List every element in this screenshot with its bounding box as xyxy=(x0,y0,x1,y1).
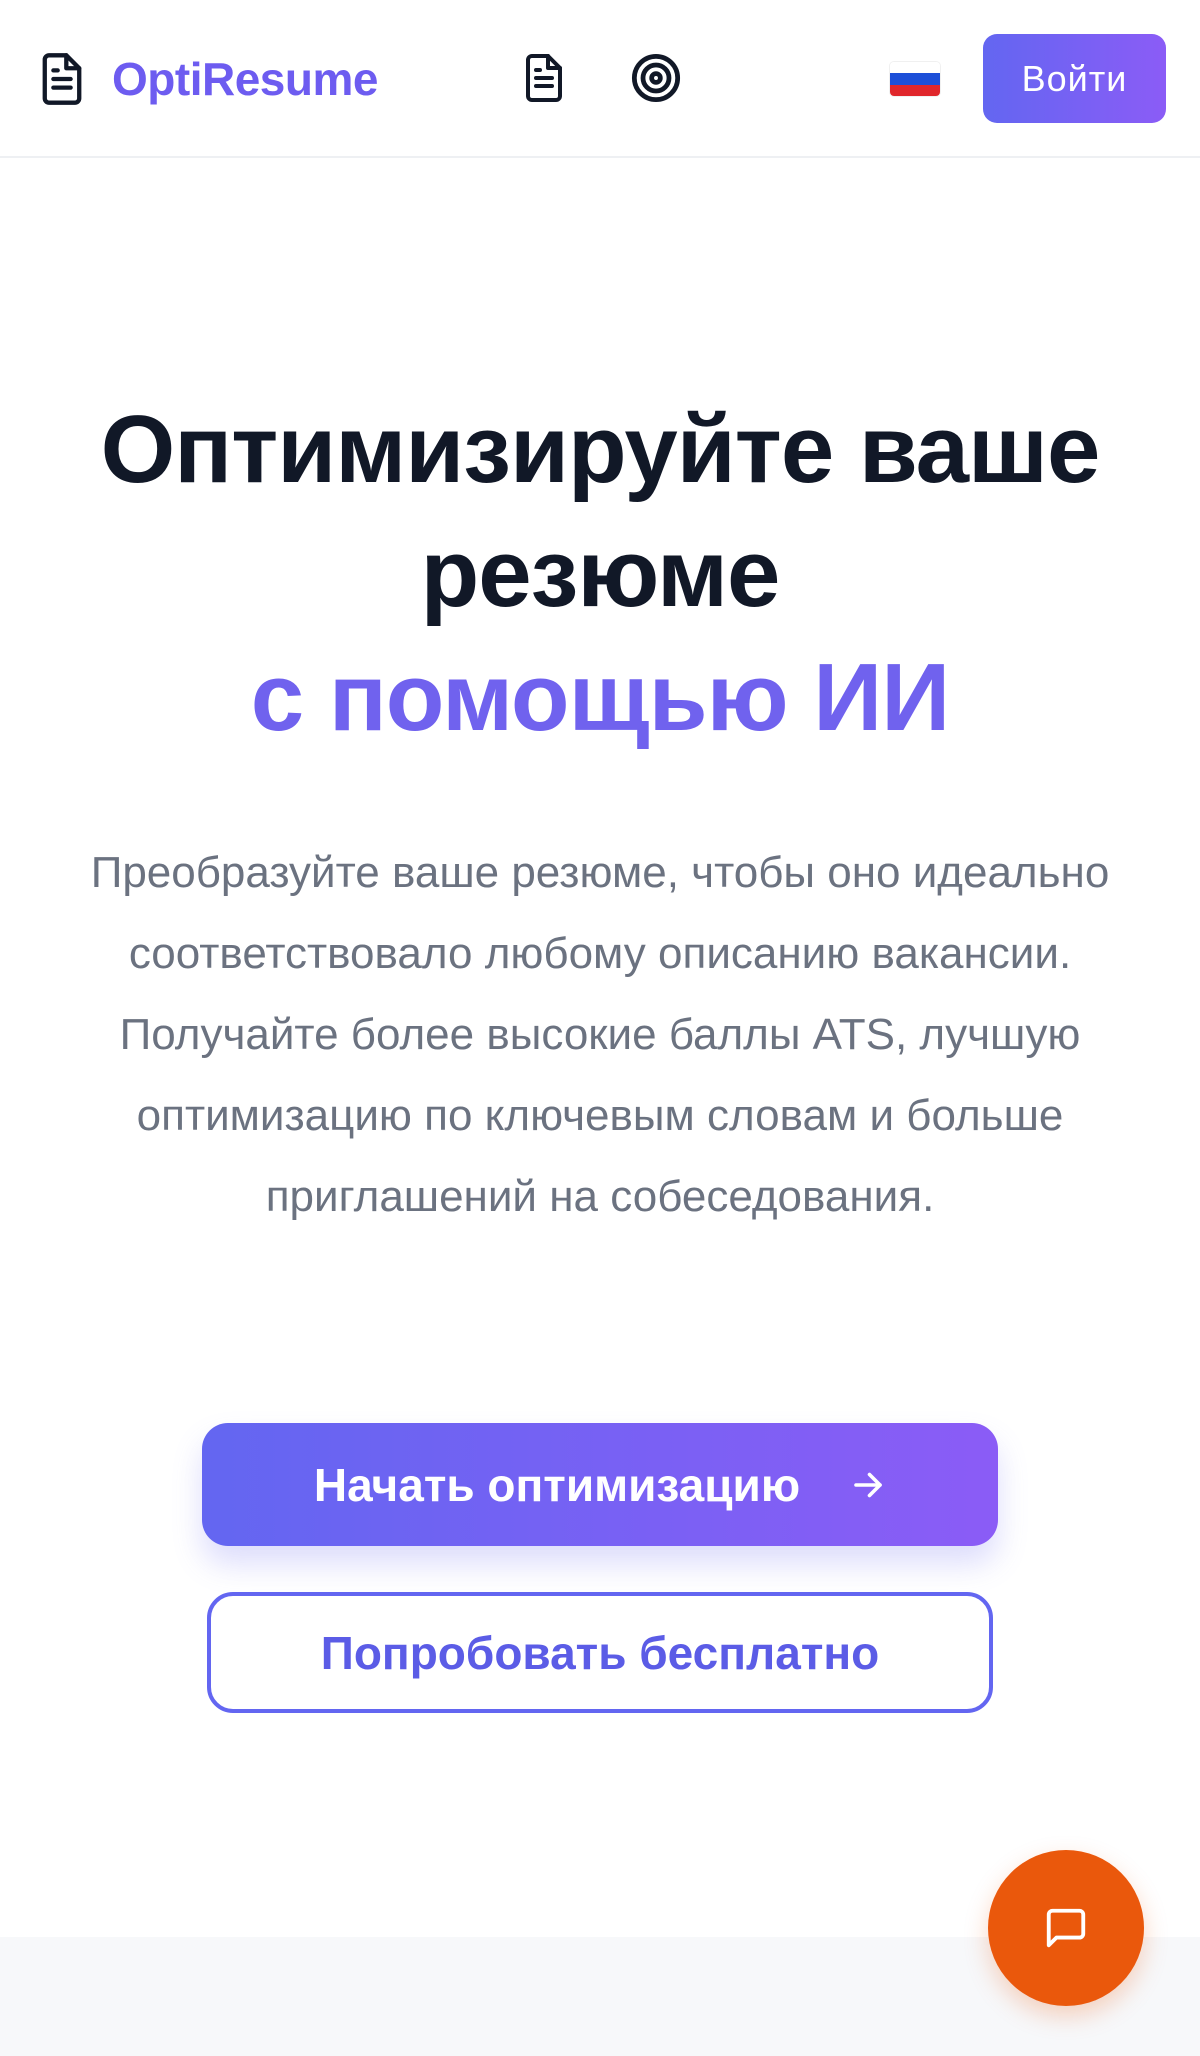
chat-bubble-icon xyxy=(1046,1908,1086,1948)
hero-subtitle: Преобразуйте ваше резюме, чтобы оно идеа… xyxy=(90,848,1110,1221)
try-free-button[interactable]: Попробовать бесплатно xyxy=(207,1592,993,1713)
hero-title-accent: с помощью ИИ xyxy=(250,644,950,751)
document-icon xyxy=(42,53,82,105)
hero-title-line-2: резюме xyxy=(420,520,781,627)
login-button[interactable]: Войти xyxy=(983,34,1166,123)
brand-logo[interactable]: OptiResume xyxy=(36,48,378,110)
brand-name: OptiResume xyxy=(112,53,378,105)
arrow-right-icon xyxy=(854,1472,882,1497)
start-optimization-label: Начать оптимизацию xyxy=(313,1458,801,1511)
chat-button[interactable] xyxy=(988,1850,1144,2006)
hero-title-line-1: Оптимизируйте ваше xyxy=(100,396,1101,503)
document-icon[interactable] xyxy=(520,52,568,104)
top-navbar: OptiResume Войти xyxy=(0,0,1200,158)
landing-page: OptiResume Войти Оптимизируйте ваше резю… xyxy=(0,0,1200,2056)
russia-flag-icon[interactable] xyxy=(890,62,940,96)
target-icon[interactable] xyxy=(630,52,682,104)
start-optimization-button[interactable]: Начать оптимизацию xyxy=(202,1423,998,1546)
hero-title: Оптимизируйте ваше резюме с помощью ИИ xyxy=(0,388,1200,760)
